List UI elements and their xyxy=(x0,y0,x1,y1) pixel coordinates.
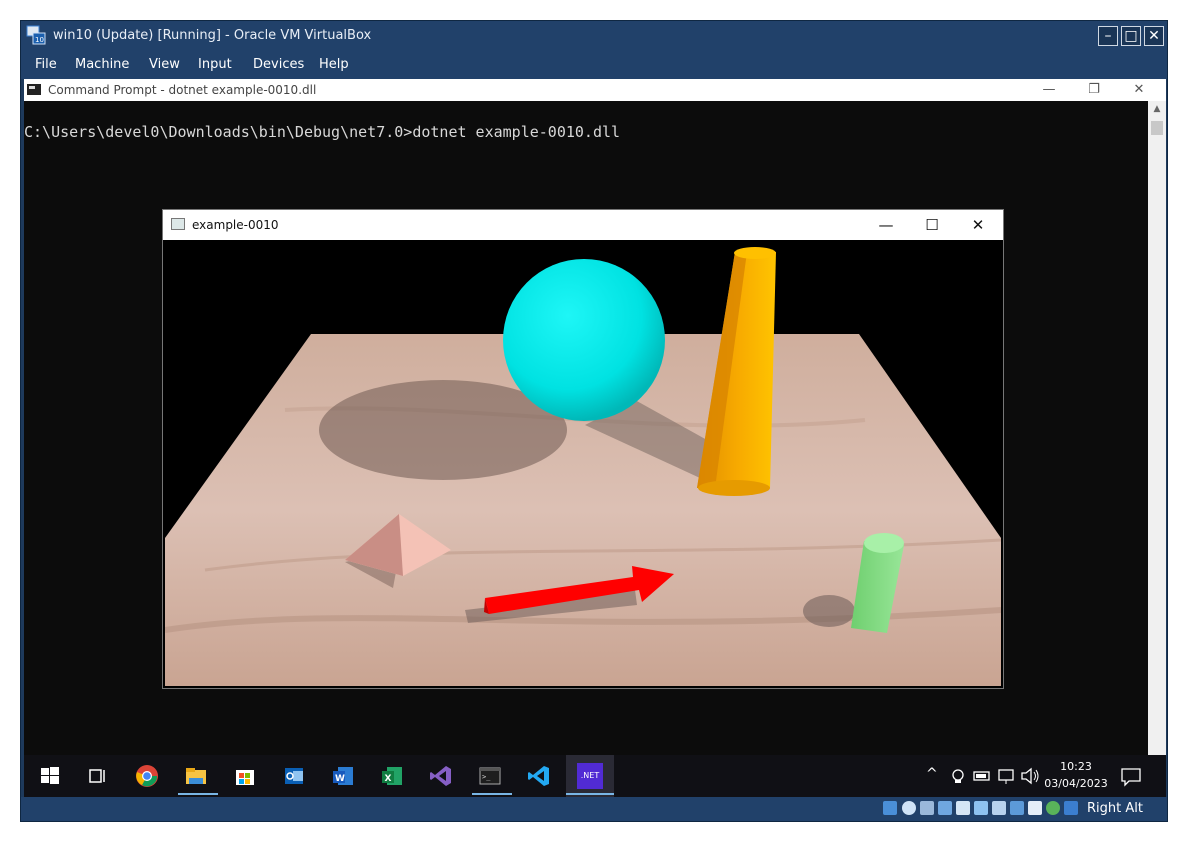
shared-folders-icon[interactable] xyxy=(974,801,988,815)
minimize-button[interactable]: – xyxy=(1098,26,1118,46)
menu-help[interactable]: Help xyxy=(319,57,349,72)
word-icon[interactable]: W xyxy=(330,763,356,789)
menu-file[interactable]: File xyxy=(35,57,57,72)
network-adapter-icon[interactable] xyxy=(938,801,952,815)
console-prompt-line: C:\Users\devel0\Downloads\bin\Debug\net7… xyxy=(24,123,621,141)
window-title: win10 (Update) [Running] - Oracle VM Vir… xyxy=(53,28,372,43)
battery-icon[interactable] xyxy=(972,763,992,789)
app-close-button[interactable]: ✕ xyxy=(955,215,1001,235)
cyan-sphere xyxy=(503,259,665,421)
app-window-icon xyxy=(171,218,185,230)
host-key-label: Right Alt xyxy=(1087,801,1143,816)
3d-scene-viewport[interactable] xyxy=(165,240,1001,686)
command-prompt-title: Command Prompt - dotnet example-0010.dll xyxy=(48,83,317,97)
cmd-close-button[interactable]: ✕ xyxy=(1124,81,1154,99)
svg-text:W: W xyxy=(335,774,345,784)
audio-icon[interactable] xyxy=(920,801,934,815)
windows-start-icon[interactable] xyxy=(37,763,63,789)
svg-text:10: 10 xyxy=(35,36,44,44)
file-explorer-active-indicator xyxy=(178,793,218,795)
file-explorer-icon[interactable] xyxy=(183,763,209,789)
clock-time[interactable]: 10:23 xyxy=(1044,760,1108,773)
mouse-integration-icon[interactable] xyxy=(1064,801,1078,815)
menu-bar: File Machine View Input Devices Help xyxy=(21,51,1167,79)
excel-icon[interactable]: X xyxy=(379,763,405,789)
virtualbox-status-bar: Right Alt xyxy=(21,797,1167,821)
network-icon[interactable] xyxy=(996,763,1016,789)
hard-disk-icon[interactable] xyxy=(883,801,897,815)
scroll-up-arrow-icon[interactable]: ▲ xyxy=(1148,101,1166,117)
chrome-icon[interactable] xyxy=(134,763,160,789)
command-prompt-icon xyxy=(27,84,41,95)
virtualbox-window: 10 win10 (Update) [Running] - Oracle VM … xyxy=(20,20,1168,822)
meet-now-icon[interactable] xyxy=(949,763,967,789)
usb-icon[interactable] xyxy=(956,801,970,815)
app-title: example-0010 xyxy=(192,218,279,232)
volume-icon[interactable] xyxy=(1019,763,1041,789)
terminal-icon[interactable]: >_ xyxy=(477,763,503,789)
display-icon[interactable] xyxy=(992,801,1006,815)
svg-text:>_: >_ xyxy=(482,773,491,781)
command-prompt-title-bar: Command Prompt - dotnet example-0010.dll… xyxy=(24,79,1166,101)
microsoft-store-icon[interactable] xyxy=(232,763,258,789)
close-button[interactable]: ✕ xyxy=(1144,26,1164,46)
virtualbox-title-bar: 10 win10 (Update) [Running] - Oracle VM … xyxy=(21,21,1167,51)
notifications-icon[interactable] xyxy=(1119,763,1143,789)
menu-devices[interactable]: Devices xyxy=(253,57,304,72)
app-maximize-button[interactable]: ☐ xyxy=(909,215,955,235)
terminal-active-indicator xyxy=(472,793,512,795)
cmd-minimize-button[interactable]: — xyxy=(1034,81,1064,99)
app-title-bar: example-0010 — ☐ ✕ xyxy=(163,210,1003,240)
show-hidden-icons-chevron-icon[interactable]: ^ xyxy=(926,766,938,782)
outlook-icon[interactable] xyxy=(281,763,307,789)
vscode-icon[interactable] xyxy=(526,763,552,789)
menu-machine[interactable]: Machine xyxy=(75,57,129,72)
task-view-icon[interactable] xyxy=(84,763,110,789)
clock-date[interactable]: 03/04/2023 xyxy=(1044,777,1108,790)
cylinder-shadow xyxy=(803,595,855,627)
scroll-thumb[interactable] xyxy=(1151,121,1163,135)
optical-drive-icon[interactable] xyxy=(902,801,916,815)
virtualbox-logo-icon: 10 xyxy=(26,25,46,45)
app-minimize-button[interactable]: — xyxy=(863,215,909,235)
guest-additions-icon[interactable] xyxy=(1046,801,1060,815)
dotnet-active-indicator xyxy=(566,793,614,795)
dotnet-taskbar-button[interactable]: .NET xyxy=(566,755,614,797)
cmd-restore-button[interactable]: ❐ xyxy=(1079,81,1109,99)
guest-screen: Command Prompt - dotnet example-0010.dll… xyxy=(24,79,1166,797)
windows-taskbar: W X >_ .NET ^ 10:23 03/04/2023 xyxy=(24,755,1166,797)
dotnet-icon: .NET xyxy=(577,763,603,789)
visual-studio-icon[interactable] xyxy=(428,763,454,789)
app-window: example-0010 — ☐ ✕ xyxy=(163,210,1003,688)
video-capture-icon[interactable] xyxy=(1010,801,1024,815)
maximize-button[interactable]: □ xyxy=(1121,26,1141,46)
menu-input[interactable]: Input xyxy=(198,57,232,72)
menu-view[interactable]: View xyxy=(149,57,180,72)
virtualization-icon[interactable] xyxy=(1028,801,1042,815)
svg-text:X: X xyxy=(385,774,392,784)
console-scrollbar[interactable]: ▲ ▼ xyxy=(1148,101,1166,777)
